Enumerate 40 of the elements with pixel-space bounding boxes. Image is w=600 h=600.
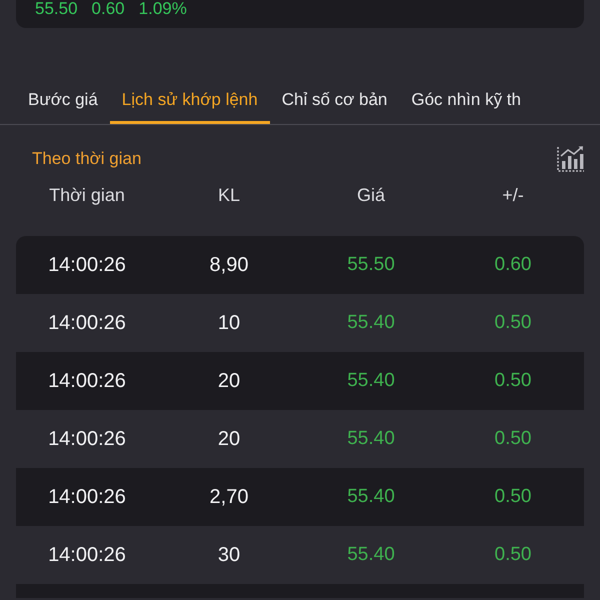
last-price: 55.50: [35, 0, 78, 18]
volume-cell: 20: [218, 428, 240, 450]
column-header: Thời gian: [49, 184, 125, 206]
table-row[interactable]: 14:00:26 20 55.40 0.50: [16, 352, 584, 410]
volume-cell: 8,90: [210, 254, 248, 276]
price-change: 0.60: [92, 0, 125, 18]
volume-cell: 20: [218, 370, 240, 392]
time-cell: 14:00:26: [48, 428, 126, 450]
column-header: +/-: [502, 184, 524, 206]
bar-chart-icon[interactable]: [557, 145, 585, 173]
volume-cell: 2,70: [210, 486, 248, 508]
time-cell: 14:00:26: [48, 486, 126, 508]
column-header: Giá: [356, 184, 385, 206]
volume-cell: 30: [218, 544, 240, 566]
time-cell: 14:00:26: [48, 312, 126, 334]
change-cell: 0.50: [494, 428, 532, 450]
price-cell: 55.40: [347, 312, 395, 334]
column-header: KL: [218, 184, 240, 206]
change-cell: 0.50: [494, 370, 532, 392]
change-cell: 0.50: [494, 486, 532, 508]
change-cell: 0.60: [494, 254, 532, 276]
volume-cell: 10: [218, 312, 240, 334]
change-cell: 0.50: [494, 544, 532, 566]
price-cell: 55.50: [347, 254, 395, 276]
time-cell: 14:00:26: [48, 254, 126, 276]
time-cell: 14:00:26: [48, 544, 126, 566]
price-cell: 55.40: [347, 544, 395, 566]
tab[interactable]: Chỉ số cơ bản: [270, 78, 400, 124]
change-cell: 0.50: [494, 312, 532, 334]
price-cell: 55.40: [347, 486, 395, 508]
table-row[interactable]: 14:00:26 8,90 55.50 0.60: [16, 236, 584, 294]
price-cell: 55.40: [347, 428, 395, 450]
section-title: Theo thời gian: [32, 149, 142, 169]
time-cell: 14:00:26: [48, 370, 126, 392]
percent-change: 1.09%: [138, 0, 187, 18]
price-cell: 55.40: [347, 370, 395, 392]
tab[interactable]: Góc nhìn kỹ th: [399, 78, 533, 124]
tab[interactable]: Lịch sử khớp lệnh: [110, 78, 270, 124]
table-row[interactable]: 14:00:26 2,70 55.40 0.50: [16, 468, 584, 526]
tab[interactable]: Bước giá: [16, 78, 110, 124]
